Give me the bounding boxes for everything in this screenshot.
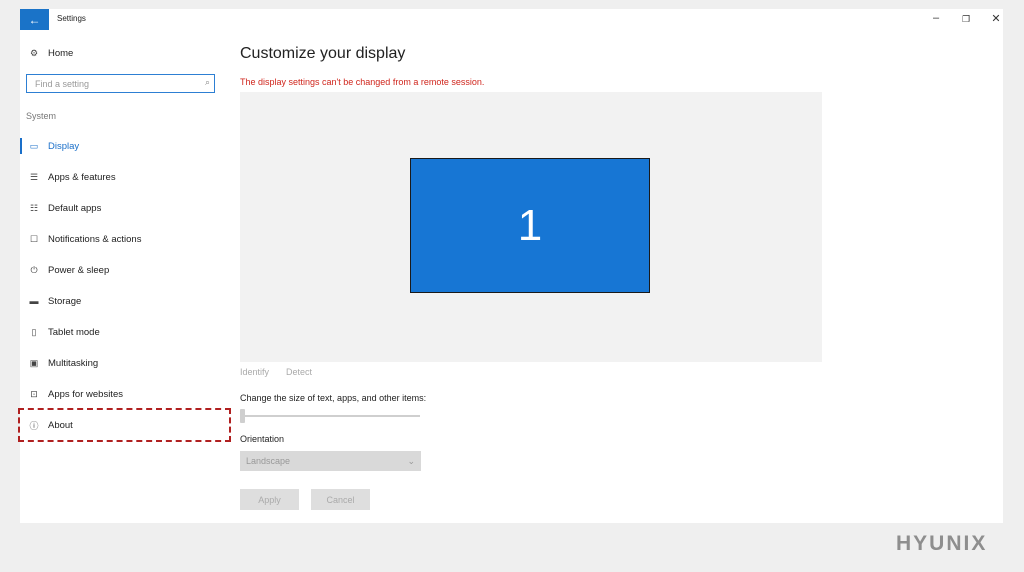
cancel-button[interactable]: Cancel bbox=[311, 489, 370, 510]
monitor-icon: ▭ bbox=[29, 140, 39, 151]
sidebar-item-label: Apps for websites bbox=[48, 388, 123, 400]
close-icon[interactable]: ✕ bbox=[988, 12, 1004, 25]
sidebar-item-storage[interactable]: ▬ Storage bbox=[20, 289, 235, 313]
notification-icon: ☐ bbox=[29, 233, 39, 244]
sidebar-item-label: Storage bbox=[48, 295, 82, 307]
detect-link[interactable]: Detect bbox=[286, 367, 312, 377]
settings-window: ← Settings – ❐ ✕ ⚙ Home ⌕ System ▭ Displ… bbox=[18, 9, 1003, 523]
section-label: System bbox=[26, 111, 57, 121]
sidebar-item-apps-websites[interactable]: ⊡ Apps for websites bbox=[20, 382, 235, 406]
maximize-icon[interactable]: ❐ bbox=[958, 14, 974, 25]
title-bar: ← Settings – ❐ ✕ bbox=[20, 9, 1003, 30]
sidebar-item-multitasking[interactable]: ▣ Multitasking bbox=[20, 351, 235, 375]
sidebar-item-label: Default apps bbox=[48, 202, 102, 214]
minimize-icon[interactable]: – bbox=[928, 12, 944, 24]
gear-icon: ⚙ bbox=[29, 47, 39, 58]
sidebar-item-default-apps[interactable]: ☷ Default apps bbox=[20, 196, 235, 220]
sidebar-item-apps-features[interactable]: ☰ Apps & features bbox=[20, 165, 235, 189]
remote-session-warning: The display settings can't be changed fr… bbox=[240, 77, 485, 87]
sidebar-item-label: Apps & features bbox=[48, 171, 116, 183]
main-content: Customize your display The display setti… bbox=[240, 30, 1000, 520]
page-title: Customize your display bbox=[240, 45, 406, 62]
sidebar-item-label: About bbox=[48, 419, 73, 431]
sidebar-item-tablet-mode[interactable]: ▯ Tablet mode bbox=[20, 320, 235, 344]
sidebar: ⚙ Home ⌕ System ▭ Display ☰ Apps & featu… bbox=[18, 30, 235, 523]
search-box[interactable]: ⌕ bbox=[26, 74, 215, 93]
scale-slider-track[interactable] bbox=[240, 415, 420, 417]
storage-icon: ▬ bbox=[29, 296, 39, 306]
active-indicator bbox=[20, 138, 22, 154]
sidebar-item-home[interactable]: ⚙ Home bbox=[20, 41, 235, 65]
scale-label: Change the size of text, apps, and other… bbox=[240, 393, 427, 403]
sidebar-item-label: Power & sleep bbox=[48, 264, 110, 276]
search-input[interactable] bbox=[33, 77, 197, 90]
window-title: Settings bbox=[57, 14, 86, 23]
sidebar-item-power-sleep[interactable]: ⏻ Power & sleep bbox=[20, 258, 235, 282]
sidebar-item-label: Notifications & actions bbox=[48, 233, 142, 245]
multitasking-icon: ▣ bbox=[29, 357, 39, 368]
list-icon: ☰ bbox=[29, 171, 39, 182]
apps-websites-icon: ⊡ bbox=[30, 388, 38, 399]
orientation-label: Orientation bbox=[240, 434, 285, 444]
orientation-select[interactable]: Landscape ⌄ bbox=[240, 451, 421, 471]
orientation-value: Landscape bbox=[246, 456, 291, 466]
display-preview: 1 bbox=[240, 92, 822, 362]
sidebar-item-label: Display bbox=[48, 140, 80, 152]
sidebar-item-label: Multitasking bbox=[48, 357, 99, 369]
identify-link[interactable]: Identify bbox=[240, 367, 269, 377]
chevron-down-icon: ⌄ bbox=[407, 455, 415, 466]
sidebar-item-about[interactable]: ⓘ About bbox=[20, 413, 235, 437]
info-icon: ⓘ bbox=[29, 420, 39, 431]
sidebar-item-label: Home bbox=[48, 47, 74, 59]
power-icon: ⏻ bbox=[30, 264, 38, 275]
sidebar-item-notifications[interactable]: ☐ Notifications & actions bbox=[20, 227, 235, 251]
back-button[interactable]: ← bbox=[20, 9, 49, 30]
search-icon[interactable]: ⌕ bbox=[205, 77, 210, 88]
default-apps-icon: ☷ bbox=[29, 202, 39, 213]
back-arrow-icon: ← bbox=[28, 12, 41, 27]
apply-button[interactable]: Apply bbox=[240, 489, 299, 510]
sidebar-item-label: Tablet mode bbox=[48, 326, 100, 338]
tablet-icon: ▯ bbox=[31, 326, 37, 337]
monitor-1[interactable]: 1 bbox=[410, 158, 650, 293]
brand-logo: HYUNIX bbox=[896, 532, 988, 555]
sidebar-item-display[interactable]: ▭ Display bbox=[20, 134, 235, 158]
scale-slider-thumb[interactable] bbox=[240, 409, 245, 423]
